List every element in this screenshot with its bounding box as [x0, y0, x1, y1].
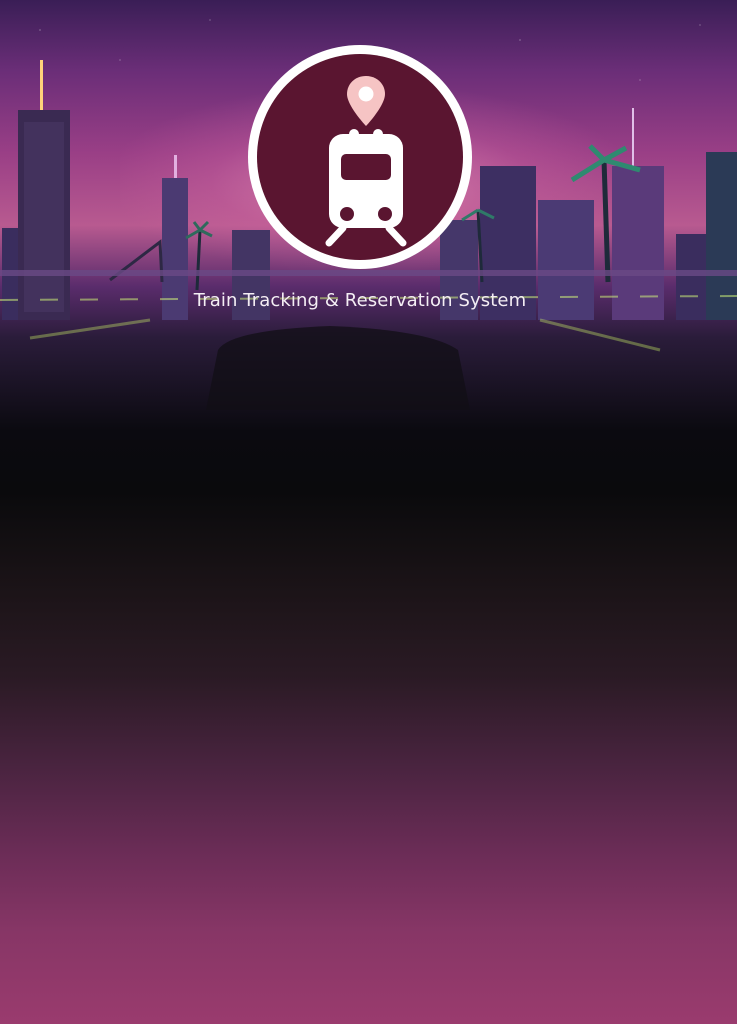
train-front-icon [325, 129, 407, 247]
location-pin-icon [347, 76, 385, 126]
app-title: Train Tracking & Reservation System [193, 290, 527, 311]
splash-screen: Train Tracking & Reservation System [0, 0, 737, 1024]
train-location-icon [325, 76, 407, 247]
app-logo [248, 45, 472, 269]
logo-circle [257, 54, 463, 260]
